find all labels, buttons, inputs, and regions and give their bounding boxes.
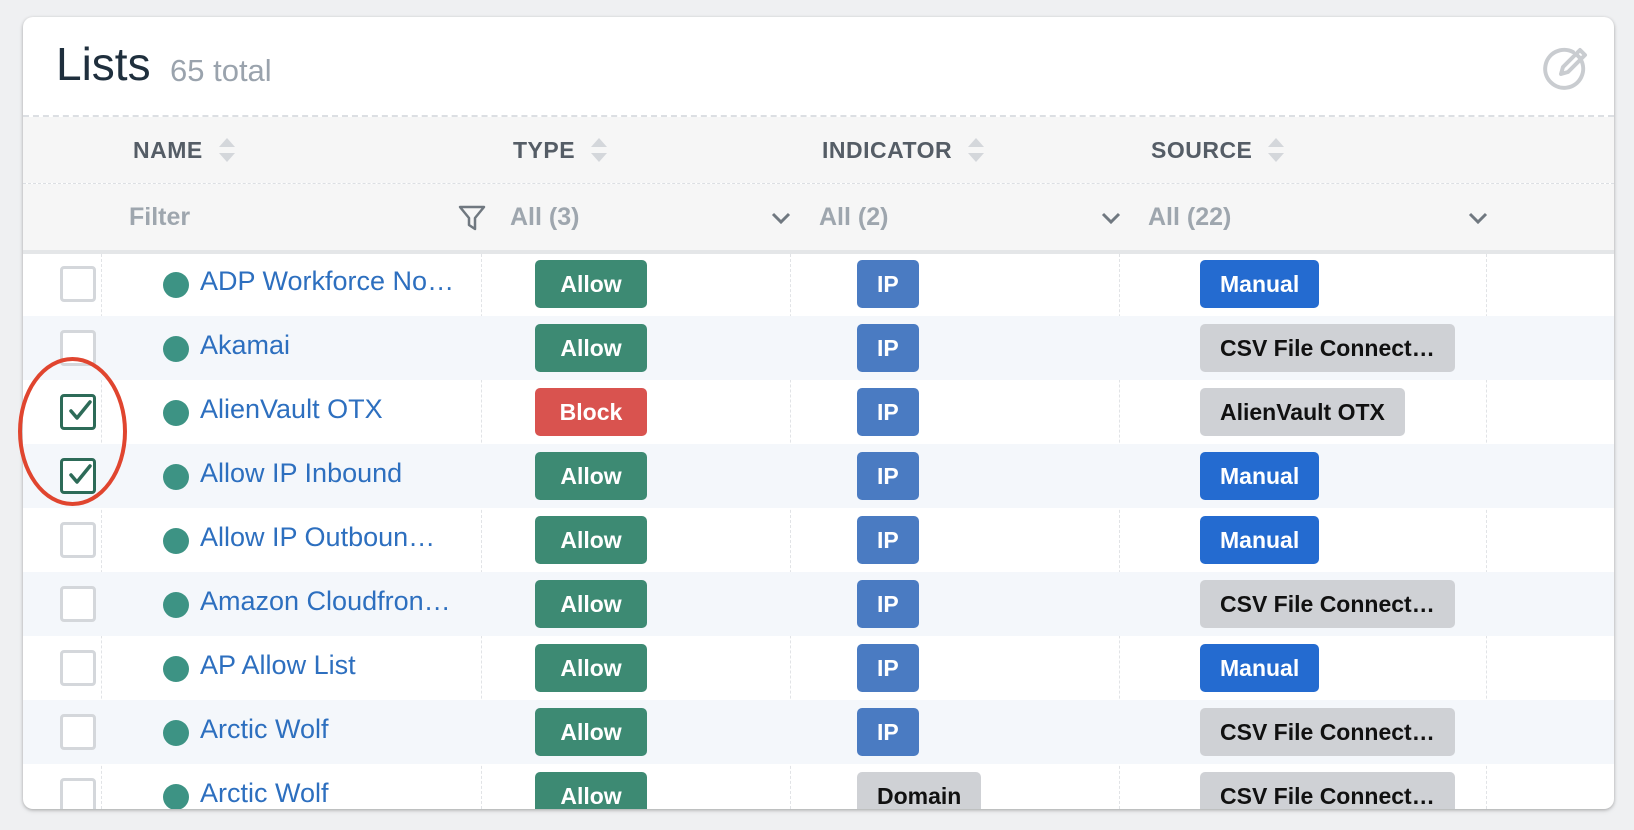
column-label: NAME (133, 136, 203, 163)
sort-icon (968, 138, 985, 162)
source-badge: Manual (1200, 452, 1320, 500)
type-badge: Allow (535, 516, 647, 564)
row-checkbox[interactable] (60, 650, 96, 686)
indicator-badge: IP (857, 644, 919, 692)
column-label: INDICATOR (822, 136, 953, 163)
status-dot (163, 400, 189, 426)
status-dot (163, 592, 189, 618)
pencil-circle-icon[interactable] (1540, 43, 1590, 93)
source-badge: Manual (1200, 260, 1320, 308)
column-header-indicator[interactable]: INDICATOR (822, 117, 986, 183)
type-badge: Allow (535, 452, 647, 500)
indicator-badge: IP (857, 516, 919, 564)
type-badge: Allow (535, 708, 647, 756)
chevron-down-icon[interactable] (766, 203, 796, 233)
column-header-type[interactable]: TYPE (513, 117, 609, 183)
status-dot (163, 272, 189, 298)
filter-row: Filter All (3) All (2) All (22) (23, 184, 1614, 250)
status-dot (163, 464, 189, 490)
table-row[interactable]: Allow IP Outboun… Allow IP Manual (23, 508, 1614, 572)
column-header-name[interactable]: NAME (133, 117, 237, 183)
type-badge: Block (535, 388, 647, 436)
source-badge: Manual (1200, 644, 1320, 692)
sort-icon (591, 138, 608, 162)
table-row[interactable]: Allow IP Inbound Allow IP Manual (23, 444, 1614, 508)
column-label: SOURCE (1151, 136, 1253, 163)
indicator-badge: IP (857, 708, 919, 756)
table-row[interactable]: Akamai Allow IP CSV File Connect… (23, 316, 1614, 380)
indicator-badge: IP (857, 260, 919, 308)
table-row[interactable]: Amazon Cloudfron… Allow IP CSV File Connect… (23, 572, 1614, 636)
sort-icon (218, 138, 235, 162)
table-row[interactable]: Arctic Wolf Allow IP CSV File Connect… (23, 700, 1614, 764)
column-header-source[interactable]: SOURCE (1151, 117, 1286, 183)
list-name-link[interactable]: Allow IP Outboun… (200, 520, 435, 554)
source-badge: Manual (1200, 516, 1320, 564)
list-name-link[interactable]: ADP Workforce No… (200, 264, 454, 298)
source-badge: CSV File Connect… (1200, 580, 1455, 628)
list-name-link[interactable]: Akamai (200, 328, 290, 362)
type-badge: Allow (535, 324, 647, 372)
status-dot (163, 720, 189, 746)
type-filter-select[interactable]: All (3) (510, 184, 579, 250)
indicator-badge: IP (857, 388, 919, 436)
column-label: TYPE (513, 136, 576, 163)
table-row[interactable]: AlienVault OTX Block IP AlienVault OTX (23, 380, 1614, 444)
name-filter-input[interactable]: Filter (129, 184, 489, 250)
list-name-link[interactable]: Arctic Wolf (200, 712, 329, 746)
status-dot (163, 336, 189, 362)
card-header: Lists 65 total (23, 17, 1614, 116)
list-name-link[interactable]: AlienVault OTX (200, 392, 383, 426)
row-checkbox[interactable] (60, 266, 96, 302)
indicator-badge: Domain (857, 772, 982, 809)
total-count: 65 total (170, 53, 272, 88)
type-badge: Allow (535, 644, 647, 692)
status-dot (163, 656, 189, 682)
table-row[interactable]: Arctic Wolf Allow Domain CSV File Connect… (23, 764, 1614, 809)
page-title: Lists (56, 38, 151, 90)
column-header-row: NAME TYPE INDICATOR SOURCE (23, 117, 1614, 183)
filter-icon[interactable] (457, 203, 487, 233)
indicator-badge: IP (857, 324, 919, 372)
type-badge: Allow (535, 260, 647, 308)
list-name-link[interactable]: Allow IP Inbound (200, 456, 402, 490)
table-row[interactable]: ADP Workforce No… Allow IP Manual (23, 254, 1614, 316)
chevron-down-icon[interactable] (1096, 203, 1126, 233)
indicator-badge: IP (857, 580, 919, 628)
source-badge: CSV File Connect… (1200, 708, 1455, 756)
source-badge: CSV File Connect… (1200, 324, 1455, 372)
source-filter-select[interactable]: All (22) (1148, 184, 1231, 250)
table-body: ADP Workforce No… Allow IP Manual Akamai Allo… (23, 254, 1614, 809)
sort-icon (1268, 138, 1285, 162)
source-badge: CSV File Connect… (1200, 772, 1455, 809)
row-checkbox[interactable] (60, 778, 96, 809)
indicator-badge: IP (857, 452, 919, 500)
status-dot (163, 528, 189, 554)
type-badge: Allow (535, 772, 647, 809)
status-dot (163, 784, 189, 809)
row-checkbox[interactable] (60, 522, 96, 558)
row-checkbox[interactable] (60, 586, 96, 622)
lists-card: Lists 65 total NAME TYPE INDICATOR SOURC… (23, 17, 1614, 809)
source-badge: AlienVault OTX (1200, 388, 1405, 436)
list-name-link[interactable]: Arctic Wolf (200, 776, 329, 809)
table-row[interactable]: AP Allow List Allow IP Manual (23, 636, 1614, 700)
indicator-filter-select[interactable]: All (2) (819, 184, 888, 250)
row-checkbox[interactable] (60, 714, 96, 750)
type-badge: Allow (535, 580, 647, 628)
highlight-annotation (18, 357, 127, 506)
chevron-down-icon[interactable] (1463, 203, 1493, 233)
list-name-link[interactable]: AP Allow List (200, 648, 356, 682)
list-name-link[interactable]: Amazon Cloudfron… (200, 584, 451, 618)
